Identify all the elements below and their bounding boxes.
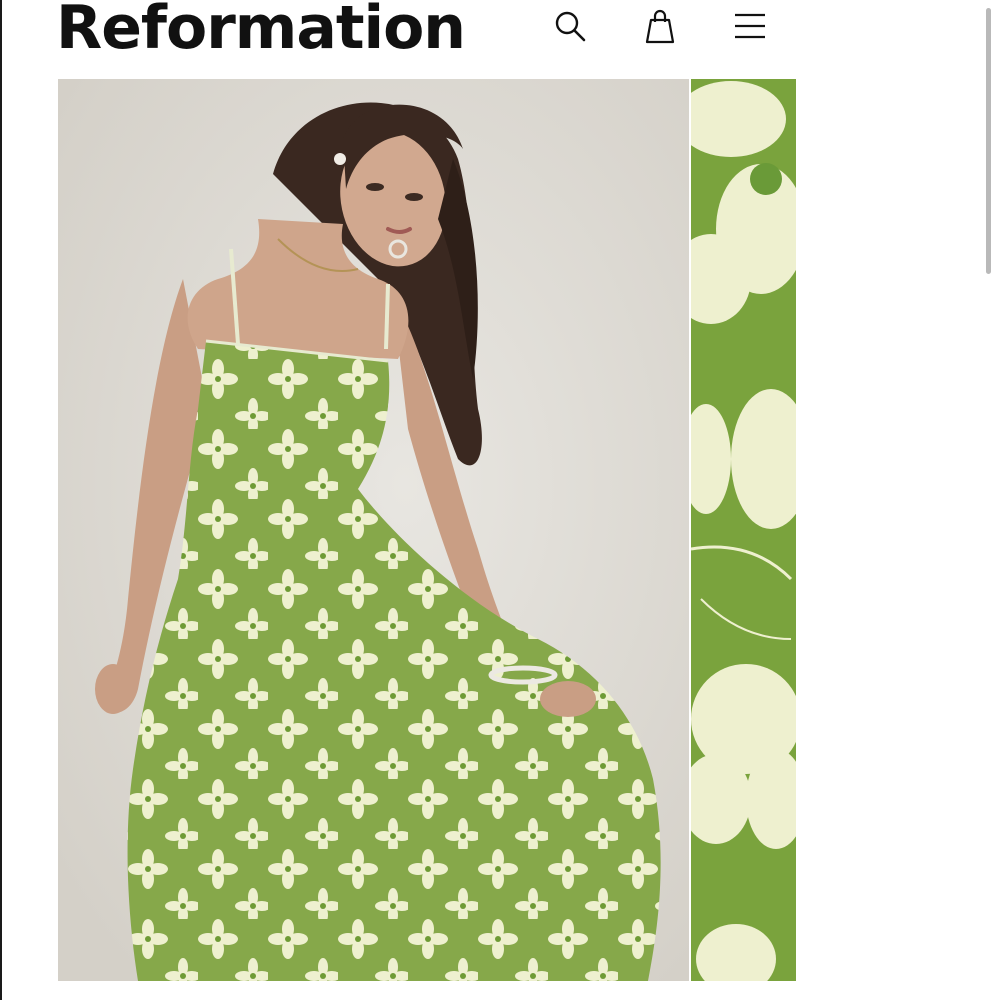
window-edge <box>0 0 2 1000</box>
hamburger-menu-icon <box>735 13 765 39</box>
scrollbar[interactable] <box>985 0 993 280</box>
scrollbar-thumb[interactable] <box>986 8 991 274</box>
model-photo <box>58 79 689 981</box>
product-page: Reformation <box>0 0 1000 1000</box>
search-icon <box>555 11 586 42</box>
product-main-image[interactable] <box>58 79 689 981</box>
menu-button[interactable] <box>732 8 768 44</box>
site-header: Reformation <box>0 0 1000 70</box>
brand-logo[interactable]: Reformation <box>56 0 466 66</box>
fabric-closeup <box>691 79 796 981</box>
fabric-detail-image[interactable] <box>691 79 796 981</box>
product-gallery <box>58 79 796 981</box>
search-button[interactable] <box>552 8 588 44</box>
shopping-bag-icon <box>645 9 675 44</box>
shopping-bag-button[interactable] <box>642 8 678 44</box>
